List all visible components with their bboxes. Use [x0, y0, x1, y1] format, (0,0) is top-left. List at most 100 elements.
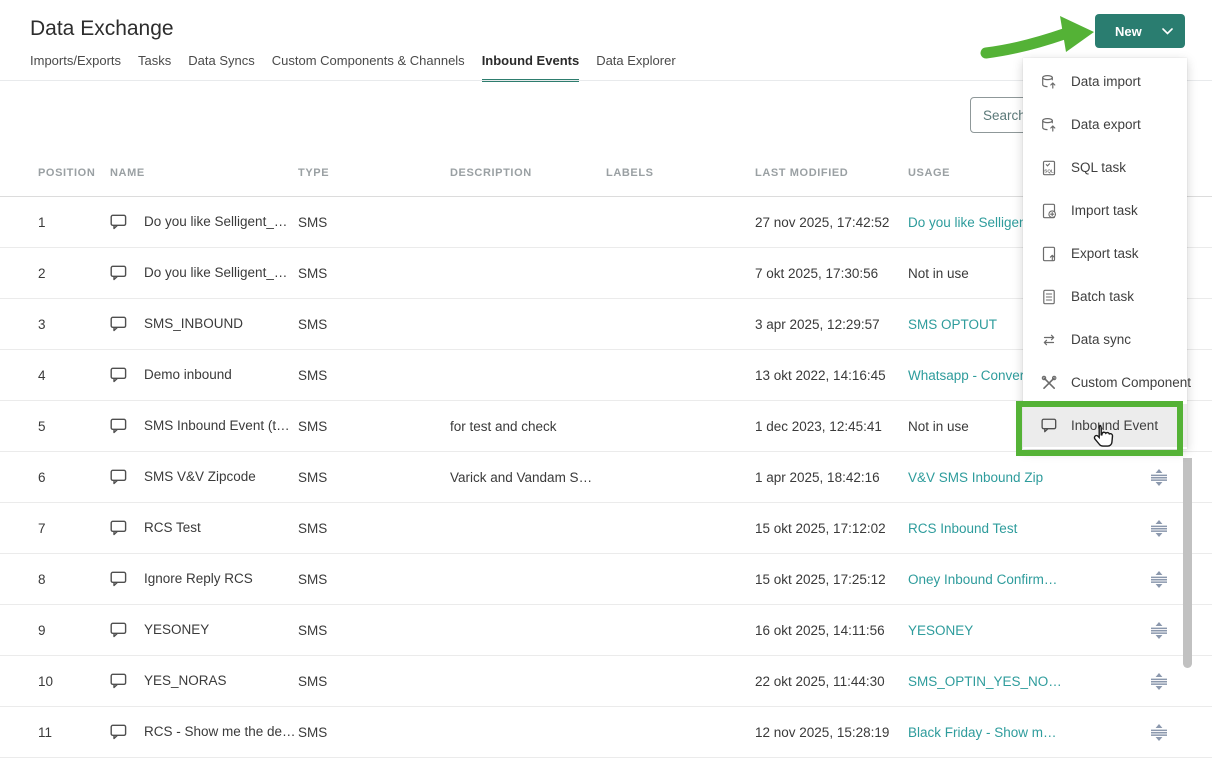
- type-cell: SMS: [298, 419, 450, 434]
- drag-handle-icon[interactable]: [1148, 673, 1170, 690]
- chevron-down-icon[interactable]: [1162, 28, 1173, 35]
- table-row[interactable]: 9 YESONEY SMS 16 okt 2025, 14:11:56 YESO…: [0, 605, 1212, 656]
- chat-bubble-icon: [1041, 418, 1057, 432]
- name-cell: Ignore Reply RCS: [110, 571, 298, 586]
- drag-handle-icon[interactable]: [1148, 469, 1170, 486]
- name-label: Do you like Selligent_…: [144, 214, 287, 229]
- menu-item-label: Data sync: [1071, 332, 1131, 347]
- menu-item-export-task[interactable]: Export task: [1023, 232, 1187, 275]
- position-cell: 8: [38, 572, 110, 587]
- menu-item-inbound-event[interactable]: Inbound Event: [1023, 404, 1187, 447]
- type-cell: SMS: [298, 674, 450, 689]
- usage-cell[interactable]: Black Friday - Show m…: [908, 725, 1148, 740]
- name-cell: RCS - Show me the de…: [110, 724, 298, 739]
- chat-bubble-icon: [110, 571, 127, 586]
- name-cell: Demo inbound: [110, 367, 298, 382]
- name-cell: YESONEY: [110, 622, 298, 637]
- column-header-position: POSITION: [38, 167, 110, 179]
- type-cell: SMS: [298, 470, 450, 485]
- tab-custom-components-channels[interactable]: Custom Components & Channels: [272, 53, 465, 82]
- tab-data-explorer[interactable]: Data Explorer: [596, 53, 675, 82]
- tab-inbound-events[interactable]: Inbound Events: [482, 53, 580, 82]
- name-label: RCS Test: [144, 520, 201, 535]
- drag-handle-icon[interactable]: [1148, 724, 1170, 741]
- last-modified-cell: 3 apr 2025, 12:29:57: [755, 317, 908, 332]
- menu-item-label: Data export: [1071, 117, 1141, 132]
- name-cell: RCS Test: [110, 520, 298, 535]
- name-label: YESONEY: [144, 622, 209, 637]
- row-handle-cell: [1148, 520, 1212, 537]
- position-cell: 6: [38, 470, 110, 485]
- chat-bubble-icon: [110, 469, 127, 484]
- table-row[interactable]: 7 RCS Test SMS 15 okt 2025, 17:12:02 RCS…: [0, 503, 1212, 554]
- menu-item-label: Import task: [1071, 203, 1138, 218]
- menu-item-sql-task[interactable]: SQL SQL task: [1023, 146, 1187, 189]
- menu-item-data-export[interactable]: Data export: [1023, 103, 1187, 146]
- usage-cell[interactable]: YESONEY: [908, 623, 1148, 638]
- name-cell: SMS Inbound Event (t…: [110, 418, 298, 433]
- type-cell: SMS: [298, 368, 450, 383]
- table-row[interactable]: 10 YES_NORAS SMS 22 okt 2025, 11:44:30 S…: [0, 656, 1212, 707]
- menu-item-custom-component[interactable]: Custom Component: [1023, 361, 1187, 404]
- row-handle-cell: [1148, 622, 1212, 639]
- sql-task-icon: SQL: [1041, 160, 1057, 176]
- column-header-last-modified: LAST MODIFIED: [755, 167, 908, 179]
- chat-bubble-icon: [110, 724, 127, 739]
- name-cell: SMS V&V Zipcode: [110, 469, 298, 484]
- tab-tasks[interactable]: Tasks: [138, 53, 171, 82]
- data-sync-icon: [1041, 332, 1057, 348]
- table-row[interactable]: 11 RCS - Show me the de… SMS 12 nov 2025…: [0, 707, 1212, 758]
- table-row[interactable]: 6 SMS V&V Zipcode SMS Varick and Vandam …: [0, 452, 1212, 503]
- last-modified-cell: 12 nov 2025, 15:28:19: [755, 725, 908, 740]
- type-cell: SMS: [298, 623, 450, 638]
- new-dropdown-menu: Data import Data export SQL SQL task Import …: [1023, 58, 1187, 449]
- import-task-icon: [1041, 203, 1057, 219]
- name-cell: Do you like Selligent_…: [110, 265, 298, 280]
- menu-item-data-sync[interactable]: Data sync: [1023, 318, 1187, 361]
- new-button[interactable]: New: [1095, 14, 1185, 48]
- type-cell: SMS: [298, 317, 450, 332]
- menu-item-import-task[interactable]: Import task: [1023, 189, 1187, 232]
- column-header-type: TYPE: [298, 167, 450, 179]
- usage-cell[interactable]: Oney Inbound Confirm…: [908, 572, 1148, 587]
- description-cell: Varick and Vandam S…: [450, 470, 606, 485]
- chat-bubble-icon: [110, 367, 127, 382]
- last-modified-cell: 1 dec 2023, 12:45:41: [755, 419, 908, 434]
- usage-cell[interactable]: RCS Inbound Test: [908, 521, 1148, 536]
- menu-item-label: Export task: [1071, 246, 1139, 261]
- scrollbar-thumb[interactable]: [1183, 458, 1192, 668]
- column-header-labels: LABELS: [606, 167, 755, 179]
- name-label: Demo inbound: [144, 367, 232, 382]
- last-modified-cell: 1 apr 2025, 18:42:16: [755, 470, 908, 485]
- chat-bubble-icon: [110, 316, 127, 331]
- tab-imports-exports[interactable]: Imports/Exports: [30, 53, 121, 82]
- position-cell: 9: [38, 623, 110, 638]
- description-cell: for test and check: [450, 419, 606, 434]
- chat-bubble-icon: [110, 673, 127, 688]
- usage-cell[interactable]: SMS_OPTIN_YES_NO…: [908, 674, 1148, 689]
- position-cell: 5: [38, 419, 110, 434]
- type-cell: SMS: [298, 215, 450, 230]
- menu-item-label: Inbound Event: [1071, 418, 1158, 433]
- type-cell: SMS: [298, 266, 450, 281]
- menu-item-data-import[interactable]: Data import: [1023, 60, 1187, 103]
- tab-data-syncs[interactable]: Data Syncs: [188, 53, 254, 82]
- menu-item-label: Data import: [1071, 74, 1141, 89]
- name-label: SMS Inbound Event (t…: [144, 418, 290, 433]
- name-cell: SMS_INBOUND: [110, 316, 298, 331]
- drag-handle-icon[interactable]: [1148, 520, 1170, 537]
- last-modified-cell: 7 okt 2025, 17:30:56: [755, 266, 908, 281]
- chat-bubble-icon: [110, 520, 127, 535]
- last-modified-cell: 27 nov 2025, 17:42:52: [755, 215, 908, 230]
- usage-cell[interactable]: V&V SMS Inbound Zip: [908, 470, 1148, 485]
- menu-item-label: SQL task: [1071, 160, 1126, 175]
- drag-handle-icon[interactable]: [1148, 571, 1170, 588]
- type-cell: SMS: [298, 572, 450, 587]
- column-header-name: NAME: [110, 167, 298, 179]
- row-handle-cell: [1148, 571, 1212, 588]
- name-label: RCS - Show me the de…: [144, 724, 296, 739]
- page-title: Data Exchange: [30, 17, 174, 41]
- drag-handle-icon[interactable]: [1148, 622, 1170, 639]
- table-row[interactable]: 8 Ignore Reply RCS SMS 15 okt 2025, 17:2…: [0, 554, 1212, 605]
- menu-item-batch-task[interactable]: Batch task: [1023, 275, 1187, 318]
